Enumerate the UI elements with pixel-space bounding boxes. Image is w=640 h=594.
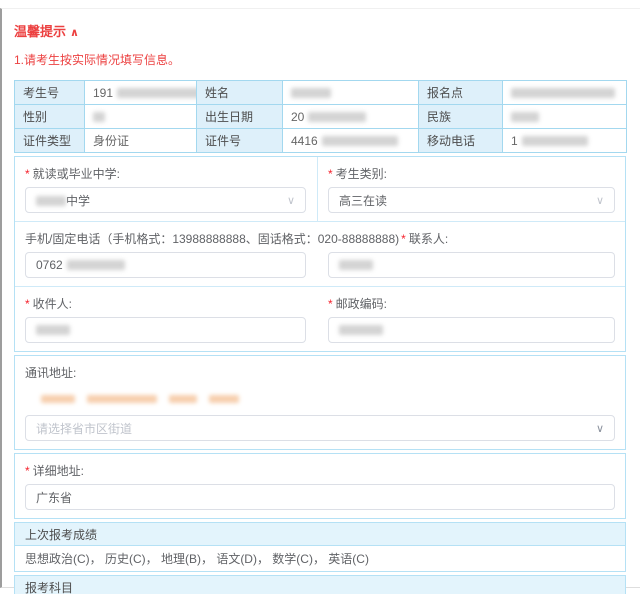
table-row: 证件类型 身份证 证件号 4416 移动电话 1 [15, 129, 627, 153]
redacted-value [117, 88, 196, 98]
table-row: 考生号 191 姓名 报名点 [15, 81, 627, 105]
redacted-value [522, 136, 588, 146]
required-asterisk: * [328, 297, 333, 311]
school-select-value: 中学 [66, 194, 90, 208]
field-value: 20 [283, 105, 419, 129]
contact-label: 联系人: [409, 230, 448, 247]
required-asterisk: * [25, 297, 30, 311]
field-label: 姓名 [197, 81, 283, 105]
form-row-school-category: *就读或毕业中学: 中学 ∨ *考生类别: 高三在读 ∨ [15, 157, 625, 222]
redacted-value [511, 112, 539, 122]
redacted-address-text [41, 394, 615, 404]
region-select-placeholder: 请选择省市区街道 [36, 420, 596, 437]
redacted-value [169, 395, 197, 403]
field-value: 身份证 [85, 129, 197, 153]
last-scores-header: 上次报考成绩 [15, 523, 625, 546]
contact-input[interactable] [328, 252, 615, 278]
field-value: 1 [503, 129, 627, 153]
chevron-down-icon: ∨ [287, 194, 295, 207]
category-select-value: 高三在读 [339, 192, 596, 209]
field-value [85, 105, 197, 129]
collapse-icon: ∧ [70, 27, 79, 39]
redacted-value [339, 260, 373, 270]
redacted-value [511, 88, 615, 98]
subjects-header: 报考科目 [15, 576, 625, 594]
field-label: 民族 [419, 105, 503, 129]
form-row-phone-contact: 手机/固定电话（手机格式：13988888888、固话格式：020-888888… [15, 222, 625, 287]
field-label: 证件号 [197, 129, 283, 153]
field-value: 191 [85, 81, 197, 105]
form-row-recipient-postcode: *收件人: *邮政编码: [15, 287, 625, 351]
field-label: 出生日期 [197, 105, 283, 129]
redacted-value [41, 395, 75, 403]
recipient-input[interactable] [25, 317, 306, 343]
chevron-down-icon: ∨ [596, 194, 604, 207]
field-label: 证件类型 [15, 129, 85, 153]
school-label: *就读或毕业中学: [25, 165, 306, 182]
redacted-value [93, 112, 105, 122]
redacted-value [322, 136, 398, 146]
form-box: *就读或毕业中学: 中学 ∨ *考生类别: 高三在读 ∨ 手机/固定 [14, 156, 626, 352]
redacted-value [67, 260, 125, 270]
field-value: 4416 [283, 129, 419, 153]
mailing-address-box: 通讯地址: 请选择省市区街道 ∨ [14, 355, 626, 450]
redacted-value [36, 325, 70, 335]
notice-title: 温馨提示 [14, 24, 66, 39]
last-scores-box: 上次报考成绩 思想政治(C)， 历史(C)， 地理(B)， 语文(D)， 数学(… [14, 522, 626, 572]
redacted-value [308, 112, 366, 122]
recipient-label: *收件人: [25, 295, 306, 312]
required-asterisk: * [25, 464, 30, 478]
required-asterisk: * [328, 167, 333, 181]
field-label: 移动电话 [419, 129, 503, 153]
notice-header[interactable]: 温馨提示 ∧ [14, 21, 626, 40]
postcode-input[interactable] [328, 317, 615, 343]
redacted-value [87, 395, 157, 403]
postcode-label: *邮政编码: [328, 295, 615, 312]
chevron-down-icon: ∨ [596, 422, 604, 435]
region-select[interactable]: 请选择省市区街道 ∨ [25, 415, 615, 441]
field-label: 报名点 [419, 81, 503, 105]
redacted-value [339, 325, 383, 335]
mailing-address-label: 通讯地址: [25, 364, 615, 381]
redacted-value [209, 395, 239, 403]
phone-input[interactable]: 0762 [25, 252, 306, 278]
redacted-value [291, 88, 331, 98]
registration-form-card: 温馨提示 ∧ 1.请考生按实际情况填写信息。 考生号 191 姓名 报名点 性别 … [0, 8, 640, 588]
detail-address-box: *详细地址: 广东省 [14, 453, 626, 519]
table-row: 性别 出生日期 20 民族 [15, 105, 627, 129]
field-label: 考生号 [15, 81, 85, 105]
field-value [503, 81, 627, 105]
redacted-value [36, 196, 66, 206]
candidate-info-table: 考生号 191 姓名 报名点 性别 出生日期 20 民族 证件类型 身份证 证件… [14, 80, 627, 153]
required-asterisk: * [401, 232, 406, 246]
last-scores-content: 思想政治(C)， 历史(C)， 地理(B)， 语文(D)， 数学(C)， 英语(… [15, 546, 625, 571]
phone-input-value: 0762 [36, 258, 63, 272]
category-select[interactable]: 高三在读 ∨ [328, 187, 615, 213]
subjects-box: 报考科目 语文数学英语 物理 思想政治 化学 生物学 历史 地理 [14, 575, 626, 594]
field-value [283, 81, 419, 105]
field-value [503, 105, 627, 129]
detail-address-value: 广东省 [36, 489, 72, 506]
detail-address-label: *详细地址: [25, 462, 615, 479]
field-label: 性别 [15, 105, 85, 129]
detail-address-input[interactable]: 广东省 [25, 484, 615, 510]
school-select[interactable]: 中学 ∨ [25, 187, 306, 213]
column-divider [317, 157, 318, 221]
phone-label: 手机/固定电话（手机格式：13988888888、固话格式：020-888888… [25, 230, 399, 247]
category-label: *考生类别: [328, 165, 615, 182]
notice-tip: 1.请考生按实际情况填写信息。 [14, 51, 626, 68]
required-asterisk: * [25, 167, 30, 181]
